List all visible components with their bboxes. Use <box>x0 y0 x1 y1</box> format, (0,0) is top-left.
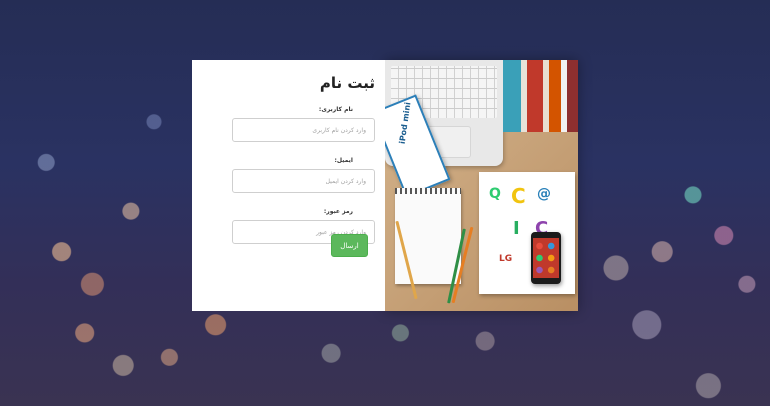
username-input[interactable] <box>232 118 375 142</box>
password-label: رمز عبور: <box>323 208 353 215</box>
logo-c-yellow: C <box>511 184 526 208</box>
desk-photo: iPod mini Q C @ I C LG <box>385 60 578 311</box>
page: { "signup": { "title": "ثبت نام", "usern… <box>0 0 770 406</box>
smartphone-image <box>531 232 561 284</box>
logo-lg: LG <box>499 254 513 264</box>
logo-i: I <box>513 218 520 239</box>
notebook-image <box>395 188 461 284</box>
username-label: نام کاربری: <box>318 106 353 113</box>
form-title: ثبت نام <box>319 74 375 92</box>
signup-modal: iPod mini Q C @ I C LG <box>385 60 578 311</box>
books-image <box>503 60 578 132</box>
email-input[interactable] <box>232 169 375 193</box>
email-label: ایمیل: <box>334 157 353 164</box>
ipod-box-text: iPod mini <box>397 101 413 145</box>
smartphone-screen <box>533 238 559 278</box>
submit-button[interactable]: ارسال <box>331 234 368 257</box>
logo-at: @ <box>537 186 551 202</box>
logo-q: Q <box>489 186 501 202</box>
signup-form: ثبت نام نام کاربری: ایمیل: رمز عبور: ارس… <box>192 60 385 311</box>
